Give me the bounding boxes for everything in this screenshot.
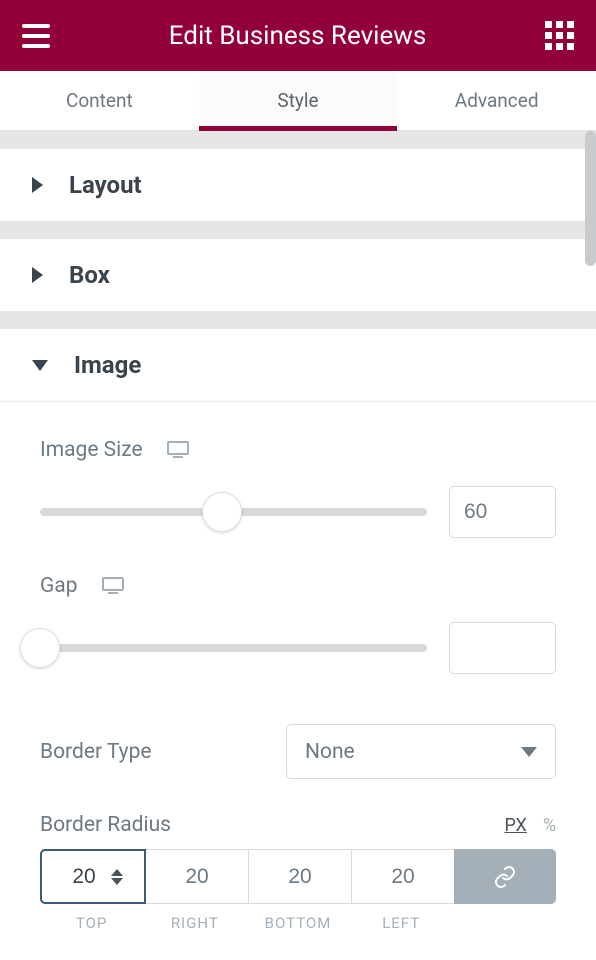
- radius-top-input[interactable]: [63, 865, 105, 889]
- label-spacer: [453, 914, 556, 932]
- label-left: LEFT: [350, 914, 453, 932]
- caret-right-icon: [32, 177, 43, 193]
- radius-left-input[interactable]: [378, 865, 428, 889]
- gap: [0, 221, 596, 239]
- image-size-label: Image Size: [40, 438, 143, 462]
- border-radius-row: Border Radius PX %: [40, 813, 556, 837]
- spinner-icon[interactable]: [111, 869, 123, 885]
- tab-content[interactable]: Content: [0, 71, 199, 130]
- tabs: Content Style Advanced: [0, 71, 596, 131]
- gap-input[interactable]: [449, 622, 556, 674]
- radius-right-box[interactable]: [146, 849, 248, 904]
- unit-labels: PX %: [504, 815, 556, 836]
- link-values-button[interactable]: [454, 849, 556, 904]
- gap-slider[interactable]: [40, 628, 427, 668]
- section-image-title: Image: [74, 351, 141, 379]
- label-right: RIGHT: [143, 914, 246, 932]
- label-top: TOP: [40, 914, 143, 932]
- section-box-header[interactable]: Box: [0, 239, 596, 311]
- radius-bottom-box[interactable]: [248, 849, 351, 904]
- label-bottom: BOTTOM: [246, 914, 349, 932]
- sections: Layout Box Image Image Size Gap: [0, 131, 596, 960]
- desktop-icon[interactable]: [167, 441, 189, 459]
- gap-label: Gap: [40, 574, 78, 598]
- header: Edit Business Reviews: [0, 0, 596, 71]
- border-type-select[interactable]: None: [286, 724, 556, 779]
- gap-row: Gap: [40, 538, 556, 598]
- section-box-title: Box: [69, 261, 110, 289]
- hamburger-icon[interactable]: [22, 24, 50, 48]
- border-radius-label: Border Radius: [40, 813, 171, 837]
- section-image-header[interactable]: Image: [0, 329, 596, 401]
- apps-grid-icon[interactable]: [545, 21, 574, 50]
- radius-top-box[interactable]: [40, 849, 146, 904]
- section-layout-title: Layout: [69, 171, 142, 199]
- tab-style[interactable]: Style: [199, 71, 398, 130]
- caret-right-icon: [32, 267, 43, 283]
- image-size-input[interactable]: [449, 486, 556, 538]
- gap-slider-row: [40, 622, 556, 674]
- header-title: Edit Business Reviews: [169, 21, 427, 51]
- border-type-value: None: [305, 740, 355, 764]
- dimension-labels: TOP RIGHT BOTTOM LEFT: [40, 914, 556, 932]
- radius-right-input[interactable]: [172, 865, 222, 889]
- image-size-slider[interactable]: [40, 492, 427, 532]
- gap: [0, 311, 596, 329]
- radius-left-box[interactable]: [351, 849, 454, 904]
- image-size-slider-row: [40, 486, 556, 538]
- link-icon: [493, 865, 517, 889]
- unit-px[interactable]: PX: [504, 815, 526, 836]
- dimension-boxes: [40, 849, 556, 904]
- section-image-body: Image Size Gap: [0, 401, 596, 960]
- scrollbar[interactable]: [585, 131, 596, 266]
- border-type-label: Border Type: [40, 740, 152, 764]
- tab-advanced[interactable]: Advanced: [397, 71, 596, 130]
- section-layout-header[interactable]: Layout: [0, 149, 596, 221]
- radius-bottom-input[interactable]: [275, 865, 325, 889]
- gap: [0, 131, 596, 149]
- desktop-icon[interactable]: [102, 577, 124, 595]
- border-type-row: Border Type None: [40, 724, 556, 779]
- caret-down-icon: [32, 360, 48, 371]
- unit-percent[interactable]: %: [543, 815, 556, 836]
- image-size-row: Image Size: [40, 402, 556, 462]
- chevron-down-icon: [521, 747, 537, 757]
